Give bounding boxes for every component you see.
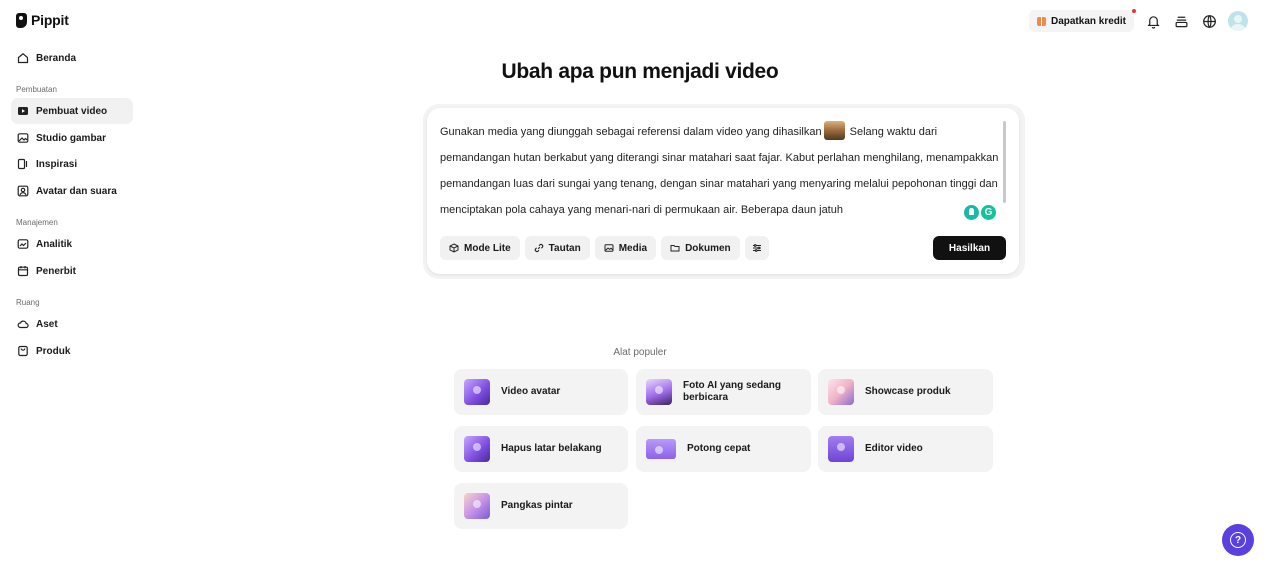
section-label-pembuatan: Pembuatan <box>16 85 57 94</box>
tool-tile-quick-cut[interactable]: Potong cepat <box>636 426 811 472</box>
app-name: Pippit <box>31 12 69 28</box>
tool-tile-label: Foto AI yang sedang berbicara <box>683 380 781 403</box>
tool-tile-talking-photo[interactable]: Foto AI yang sedang berbicara <box>636 369 811 415</box>
sidebar-item-label: Pembuat video <box>36 105 108 117</box>
image-studio-icon <box>17 133 29 143</box>
bell-icon <box>1147 15 1159 29</box>
sidebar-item-label: Inspirasi <box>36 158 78 170</box>
get-credit-button[interactable]: Dapatkan kredit <box>1028 9 1136 32</box>
tool-tile-label: Pangkas pintar <box>501 500 573 511</box>
sidebar-item-label: Studio gambar <box>36 132 107 144</box>
sidebar-item-aset[interactable]: Aset <box>11 311 133 337</box>
inspiration-icon <box>17 158 28 170</box>
prompt-scrollbar[interactable] <box>1003 121 1006 203</box>
sidebar-item-label: Analitik <box>36 238 73 250</box>
document-button[interactable]: Dokumen <box>661 236 740 260</box>
prompt-toolbar: Mode Lite Tautan Media Dokumen <box>440 236 769 260</box>
cloud-icon <box>17 320 29 329</box>
folder-icon <box>670 245 680 252</box>
mode-lite-label: Mode Lite <box>464 242 511 254</box>
grammarly-icon[interactable]: G <box>981 205 996 220</box>
sidebar-item-avatar-dan-suara[interactable]: Avatar dan suara <box>11 178 133 204</box>
remove-background-thumbnail <box>464 436 490 462</box>
popular-tools-label: Alat populer <box>613 347 667 358</box>
help-button[interactable]: ? <box>1222 524 1254 556</box>
get-credit-label: Dapatkan kredit <box>1050 15 1126 27</box>
uploaded-media-thumbnail[interactable] <box>823 121 845 140</box>
tool-tile-label: Editor video <box>865 443 923 454</box>
sidebar-item-pembuat-video[interactable]: Pembuat video <box>11 98 133 124</box>
sidebar-item-analitik[interactable]: Analitik <box>11 231 133 257</box>
calendar-icon <box>17 266 29 277</box>
prompt-text-start: Gunakan media yang diunggah sebagai refe… <box>440 126 822 138</box>
link-icon <box>534 243 543 253</box>
video-maker-icon <box>18 107 28 115</box>
media-label: Media <box>618 242 648 254</box>
video-editor-thumbnail <box>828 436 854 462</box>
inbox-button[interactable] <box>1172 12 1190 30</box>
tool-tile-label: Hapus latar belakang <box>501 443 602 454</box>
globe-icon <box>1202 14 1216 28</box>
image-icon <box>604 244 614 252</box>
tool-tile-label: Video avatar <box>501 386 561 397</box>
tool-tile-product-showcase[interactable]: Showcase produk <box>818 369 993 415</box>
mode-lite-button[interactable]: Mode Lite <box>440 236 520 260</box>
tool-tile-smart-crop[interactable]: Pangkas pintar <box>454 483 628 529</box>
video-avatar-thumbnail <box>464 379 490 405</box>
notification-dot <box>1132 9 1136 13</box>
cube-icon <box>449 243 459 253</box>
tool-tile-video-avatar[interactable]: Video avatar <box>454 369 628 415</box>
settings-button[interactable] <box>744 236 769 260</box>
media-button[interactable]: Media <box>594 236 657 260</box>
question-mark-icon: ? <box>1230 532 1246 548</box>
writing-assistant: G <box>964 205 996 220</box>
top-toolbar: Dapatkan kredit <box>1028 9 1248 32</box>
link-label: Tautan <box>548 242 581 254</box>
tool-tile-remove-background[interactable]: Hapus latar belakang <box>454 426 628 472</box>
prompt-card: Gunakan media yang diunggah sebagai refe… <box>427 108 1019 274</box>
section-label-manajemen: Manajemen <box>16 218 58 227</box>
generate-button[interactable]: Hasilkan <box>933 236 1006 260</box>
tool-tile-video-editor[interactable]: Editor video <box>818 426 993 472</box>
user-avatar[interactable] <box>1228 11 1248 31</box>
page-title: Ubah apa pun menjadi video <box>501 60 779 83</box>
app-logo[interactable]: Pippit <box>16 12 69 28</box>
tool-tile-label: Showcase produk <box>865 386 951 397</box>
sidebar-item-inspirasi[interactable]: Inspirasi <box>11 151 133 177</box>
tool-tile-label: Potong cepat <box>687 443 751 454</box>
sidebar-item-label: Aset <box>36 318 58 330</box>
pippit-logo-icon <box>16 12 27 28</box>
sliders-icon <box>752 244 761 252</box>
avatar-voice-icon <box>17 185 29 197</box>
assistant-bulb-icon[interactable] <box>964 205 979 220</box>
link-button[interactable]: Tautan <box>524 236 590 260</box>
smart-crop-thumbnail <box>464 493 490 519</box>
prompt-textarea[interactable]: Gunakan media yang diunggah sebagai refe… <box>440 119 1000 223</box>
sidebar-item-label: Avatar dan suara <box>36 185 117 197</box>
sidebar-item-penerbit[interactable]: Penerbit <box>11 258 133 284</box>
stack-icon <box>1175 16 1187 27</box>
prompt-text-rest: Selang waktu dari pemandangan hutan berk… <box>440 126 999 216</box>
analytics-icon <box>17 239 29 249</box>
gift-icon <box>1036 16 1046 26</box>
talking-photo-thumbnail <box>646 379 672 405</box>
document-label: Dokumen <box>685 242 731 254</box>
section-label-ruang: Ruang <box>16 298 40 307</box>
sidebar-item-label: Penerbit <box>36 265 77 277</box>
sidebar-item-studio-gambar[interactable]: Studio gambar <box>11 125 133 151</box>
quick-cut-thumbnail <box>646 439 676 459</box>
product-showcase-thumbnail <box>828 379 854 405</box>
language-button[interactable] <box>1200 12 1218 30</box>
notification-bell-button[interactable] <box>1144 12 1162 30</box>
